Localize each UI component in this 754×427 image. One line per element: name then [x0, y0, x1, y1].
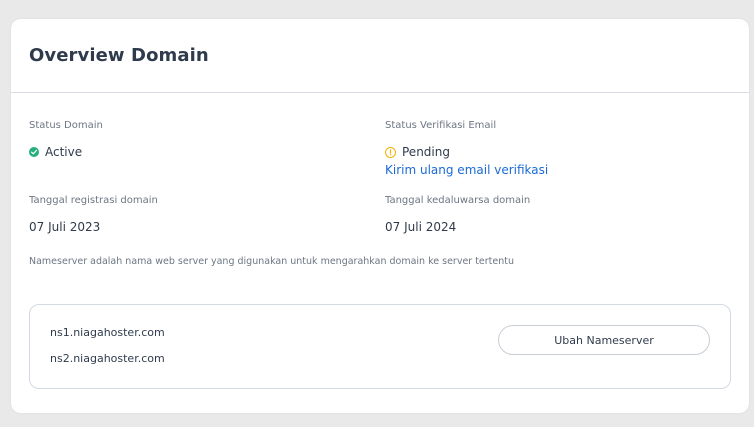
expiry-date-label: Tanggal kedaluwarsa domain [385, 195, 531, 206]
nameserver-item-2: ns2.niagahoster.com [50, 352, 165, 365]
overview-domain-card: Overview Domain Status Domain Active Sta… [11, 19, 749, 413]
card-header: Overview Domain [11, 19, 749, 93]
card-title: Overview Domain [29, 45, 209, 66]
status-domain-value: Active [29, 145, 82, 159]
info-circle-icon [385, 146, 396, 158]
expiry-date-value: 07 Juli 2024 [385, 220, 457, 234]
status-email-label: Status Verifikasi Email [385, 120, 497, 131]
nameserver-box: ns1.niagahoster.com ns2.niagahoster.com … [29, 304, 731, 389]
registration-date-label: Tanggal registrasi domain [29, 195, 158, 206]
change-nameserver-button[interactable]: Ubah Nameserver [498, 325, 710, 355]
nameserver-note: Nameserver adalah nama web server yang d… [29, 256, 515, 267]
status-email-text: Pending [402, 145, 450, 159]
status-email-value: Pending [385, 145, 450, 159]
check-circle-icon [29, 147, 39, 157]
registration-date-value: 07 Juli 2023 [29, 220, 101, 234]
nameserver-item-1: ns1.niagahoster.com [50, 326, 165, 339]
status-domain-label: Status Domain [29, 120, 103, 131]
resend-verification-link[interactable]: Kirim ulang email verifikasi [385, 163, 548, 177]
status-domain-text: Active [45, 145, 83, 159]
